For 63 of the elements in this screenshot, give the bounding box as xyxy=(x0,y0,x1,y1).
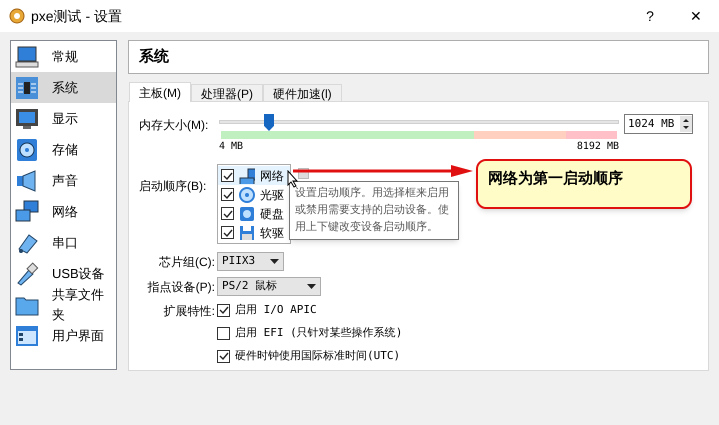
display-icon xyxy=(15,106,39,130)
boot-device-item[interactable]: 网络 xyxy=(218,166,290,185)
boot-device-item[interactable]: 光驱 xyxy=(218,185,290,204)
dropdown-arrow-icon xyxy=(307,284,316,289)
boot-device-item[interactable]: 软驱 xyxy=(218,223,290,242)
sidebar-item[interactable]: 串口 xyxy=(11,227,116,258)
scale-min-label: 4 MB xyxy=(219,140,244,154)
field-label: 芯片组(C): xyxy=(158,254,216,270)
checkbox[interactable] xyxy=(217,326,230,340)
gear-icon xyxy=(9,8,25,24)
field-label: 内存大小(M): xyxy=(139,117,210,134)
checkbox-option[interactable]: 启用 EFI (只针对某些操作系统) xyxy=(217,325,402,341)
memory-slider[interactable] xyxy=(219,114,619,130)
dropdown-arrow-icon xyxy=(270,259,279,264)
dropdown[interactable]: PS/2 鼠标 xyxy=(217,277,321,296)
tooltip: 设置启动顺序。用选择框来启用或禁用需要支持的启动设备。使用上下键改变设备启动顺序。 xyxy=(289,181,459,240)
tab[interactable]: 处理器(P) xyxy=(191,84,263,102)
network-icon xyxy=(15,200,39,224)
checkbox-option[interactable]: 硬件时钟使用国际标准时间(UTC) xyxy=(217,348,402,364)
chip-icon xyxy=(15,76,39,100)
checkbox[interactable] xyxy=(221,226,234,239)
sidebar-item[interactable]: 常规 xyxy=(11,41,116,72)
checkbox-option[interactable]: 启用 I/O APIC xyxy=(217,302,402,318)
cd-icon xyxy=(239,186,255,202)
spin-arrows-icon xyxy=(680,116,692,132)
checkbox[interactable] xyxy=(221,207,234,220)
help-button[interactable]: ? xyxy=(627,0,673,32)
sidebar-item[interactable]: 显示 xyxy=(11,103,116,134)
sidebar-item[interactable]: 存储 xyxy=(11,134,116,165)
dropdown[interactable]: PIIX3 xyxy=(217,252,284,271)
field-label: 启动顺序(B): xyxy=(139,178,208,195)
boot-device-item[interactable]: 硬盘 xyxy=(218,204,290,223)
sidebar-item[interactable]: 系统 xyxy=(11,72,116,103)
checkbox[interactable] xyxy=(217,350,230,362)
device-label: 硬盘 xyxy=(260,206,284,222)
sidebar-item[interactable]: 网络 xyxy=(11,196,116,227)
memory-spinbox[interactable]: 1024 MB xyxy=(624,114,693,134)
sidebar-item[interactable]: USB设备 xyxy=(11,258,116,289)
close-button[interactable]: ✕ xyxy=(673,0,719,32)
check-icon xyxy=(218,305,228,315)
usb-plug-icon xyxy=(15,262,39,286)
field-label: 指点设备(P): xyxy=(146,278,216,296)
scale-max-label: 8192 MB xyxy=(576,140,619,154)
monitor-icon xyxy=(15,44,39,68)
callout: 网络为第一启动顺序 xyxy=(476,159,692,209)
checkbox[interactable] xyxy=(217,304,230,316)
tab[interactable]: 主板(M) xyxy=(129,82,191,102)
device-label: 光驱 xyxy=(260,186,284,204)
floppy-icon xyxy=(239,224,255,240)
sidebar-item[interactable]: 共享文件夹 xyxy=(11,289,116,320)
check-icon xyxy=(218,351,228,361)
sidebar-item[interactable]: 用户界面 xyxy=(11,320,116,351)
checkbox[interactable] xyxy=(221,188,234,201)
window-title: pxe测试 - 设置 xyxy=(31,6,122,26)
tab[interactable]: 硬件加速(l) xyxy=(263,84,342,102)
device-label: 软驱 xyxy=(260,224,284,242)
device-label: 网络 xyxy=(260,168,284,184)
page-header: 系统 xyxy=(128,40,709,74)
window-icon xyxy=(15,324,39,348)
field-label: 扩展特性: xyxy=(162,303,216,320)
sidebar-item[interactable]: 声音 xyxy=(11,165,116,196)
slider-thumb[interactable] xyxy=(264,114,274,131)
checkbox[interactable] xyxy=(221,169,234,182)
